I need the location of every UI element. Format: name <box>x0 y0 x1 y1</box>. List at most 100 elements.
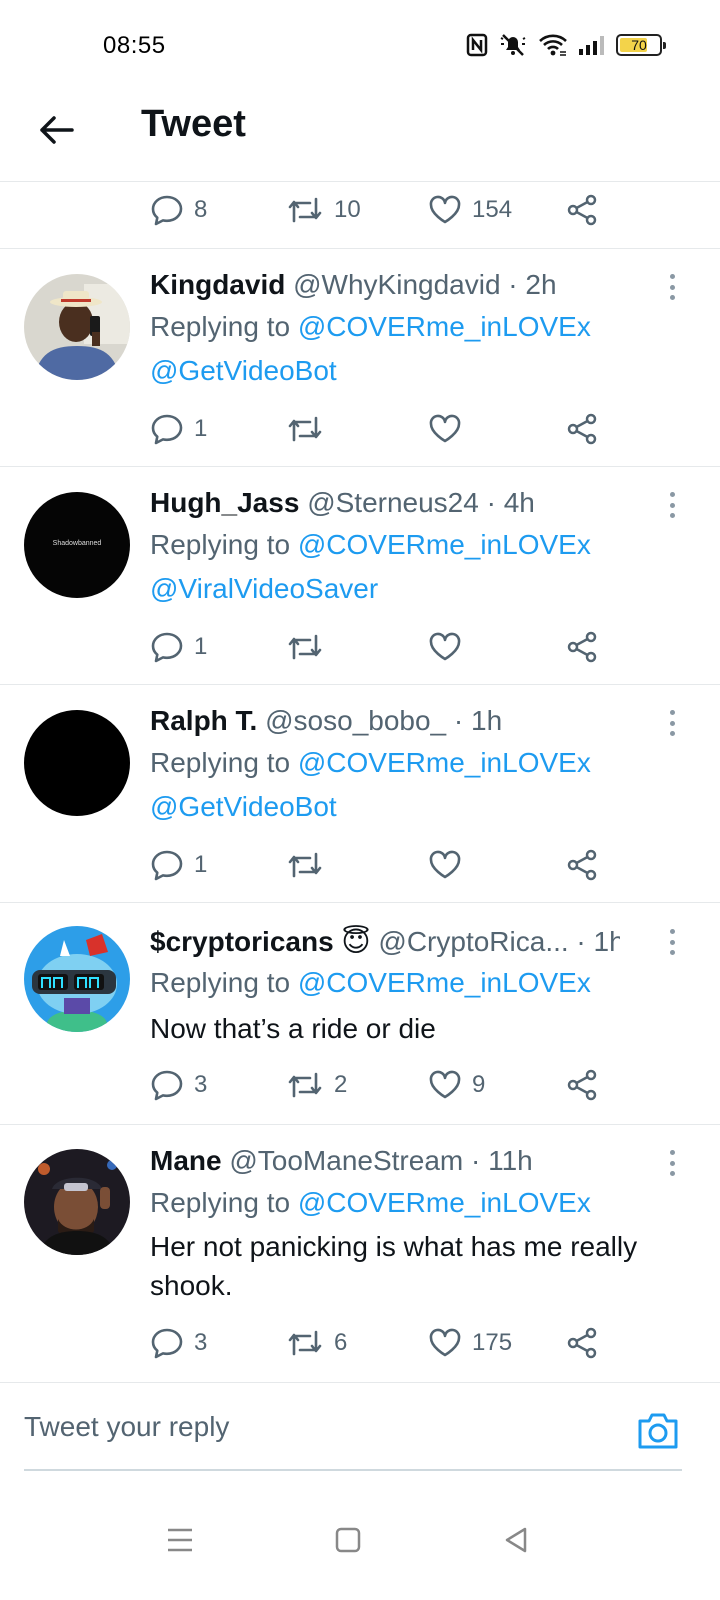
retweet-button[interactable] <box>286 409 334 449</box>
retweet-icon <box>288 416 322 442</box>
reply-button[interactable]: 8 <box>150 190 207 230</box>
back-button[interactable] <box>34 108 78 152</box>
retweet-button[interactable]: 6 <box>286 1323 347 1363</box>
mention-link[interactable]: @GetVideoBot <box>150 355 337 386</box>
tweet-actions: 1 <box>150 409 620 449</box>
user-handle[interactable]: @WhyKingdavid <box>293 269 500 300</box>
battery-level: 70 <box>631 37 647 53</box>
like-button[interactable]: 154 <box>428 190 512 230</box>
share-button[interactable] <box>566 845 598 885</box>
home-button[interactable] <box>318 1512 378 1568</box>
avatar[interactable] <box>24 1149 130 1255</box>
back-nav-button[interactable] <box>486 1512 546 1568</box>
mention-link[interactable]: @ViralVideoSaver <box>150 573 378 604</box>
tweet-item[interactable]: Ralph T. @soso_bobo_ · 1h Replying to @C… <box>0 684 720 902</box>
like-button[interactable] <box>428 627 472 667</box>
reply-button[interactable]: 1 <box>150 627 207 667</box>
like-button[interactable]: 9 <box>428 1065 485 1105</box>
share-icon <box>567 1069 597 1101</box>
reply-button[interactable]: 3 <box>150 1323 207 1363</box>
reply-button[interactable]: 1 <box>150 409 207 449</box>
tweet-time: 4h <box>503 487 535 518</box>
display-name[interactable]: Kingdavid <box>150 269 285 300</box>
display-name[interactable]: $cryptoricans <box>150 926 334 957</box>
tweet-actions: 3 2 9 <box>150 1065 620 1105</box>
tweet-item[interactable]: $cryptoricans 😇 @CryptoRica... · 1h Repl… <box>0 902 720 1124</box>
retweet-count: 6 <box>334 1329 348 1356</box>
replying-to: Replying to @COVERme_inLOVEx <box>150 1187 591 1218</box>
mention-link[interactable]: @COVERme_inLOVEx <box>298 311 591 342</box>
retweet-icon <box>288 1330 322 1356</box>
retweet-icon <box>288 197 322 223</box>
share-button[interactable] <box>566 409 598 449</box>
tweet-time: 1h <box>471 705 503 736</box>
replying-to: Replying to @COVERme_inLOVEx <box>150 747 591 778</box>
retweet-button[interactable]: 10 <box>286 190 361 230</box>
speech-bubble-icon <box>151 632 183 663</box>
avatar-image <box>24 926 130 1032</box>
share-button[interactable] <box>566 1065 598 1105</box>
avatar[interactable] <box>24 926 130 1032</box>
like-button[interactable] <box>428 845 472 885</box>
tweet-item[interactable]: Mane @TooManeStream · 11h Replying to @C… <box>0 1124 720 1382</box>
share-button[interactable] <box>566 627 598 667</box>
tweet-text: @GetVideoBot <box>150 787 680 826</box>
tweet-text: Her not panicking is what has me really … <box>150 1227 680 1305</box>
reply-button[interactable]: 3 <box>150 1065 207 1105</box>
reply-count: 1 <box>194 633 208 660</box>
avatar[interactable]: Shadowbanned <box>24 492 130 598</box>
mention-link[interactable]: @COVERme_inLOVEx <box>298 1187 591 1218</box>
mention-link[interactable]: @COVERme_inLOVEx <box>298 967 591 998</box>
display-name[interactable]: Mane <box>150 1145 222 1176</box>
wifi-icon <box>539 34 567 56</box>
user-handle[interactable]: @Sterneus24 <box>307 487 479 518</box>
avatar-text: Shadowbanned <box>52 540 102 547</box>
reply-input[interactable]: Tweet your reply <box>24 1403 584 1451</box>
tweet-text: Now that’s a ride or die <box>150 1013 436 1044</box>
reply-button[interactable]: 1 <box>150 845 207 885</box>
retweet-count: 10 <box>334 196 361 223</box>
tweet-header: Kingdavid @WhyKingdavid · 2h <box>150 269 557 300</box>
user-handle[interactable]: @TooManeStream <box>229 1145 463 1176</box>
like-count: 175 <box>472 1329 513 1356</box>
avatar[interactable] <box>24 274 130 380</box>
more-vertical-icon[interactable] <box>662 927 682 957</box>
main-tweet-actions: 8 10 154 <box>150 190 620 230</box>
mention-link[interactable]: @COVERme_inLOVEx <box>298 747 591 778</box>
user-handle[interactable]: @CryptoRica... <box>378 926 568 957</box>
retweet-icon <box>288 852 322 878</box>
share-button[interactable] <box>566 1323 598 1363</box>
speech-bubble-icon <box>151 1328 183 1359</box>
share-button[interactable] <box>566 190 598 230</box>
mention-link[interactable]: @GetVideoBot <box>150 791 337 822</box>
share-icon <box>567 194 597 226</box>
heart-icon <box>429 1328 461 1357</box>
tweet-item[interactable]: Shadowbanned Hugh_Jass @Sterneus24 · 4h … <box>0 466 720 684</box>
recents-button[interactable] <box>150 1512 210 1568</box>
tweet-header: $cryptoricans 😇 @CryptoRica... · 1h <box>150 925 620 958</box>
tweet-item[interactable]: Kingdavid @WhyKingdavid · 2h Replying to… <box>0 248 720 466</box>
display-name[interactable]: Ralph T. <box>150 705 257 736</box>
like-count: 154 <box>472 196 513 223</box>
mention-link[interactable]: @COVERme_inLOVEx <box>298 529 591 560</box>
more-vertical-icon[interactable] <box>662 1148 682 1178</box>
heart-icon <box>429 632 461 661</box>
like-button[interactable] <box>428 409 472 449</box>
retweet-button[interactable]: 2 <box>286 1065 347 1105</box>
tweet-actions: 3 6 175 <box>150 1323 620 1363</box>
retweet-button[interactable] <box>286 627 334 667</box>
replying-to: Replying to @COVERme_inLOVEx <box>150 529 591 560</box>
avatar[interactable] <box>24 710 130 816</box>
more-vertical-icon[interactable] <box>662 272 682 302</box>
like-button[interactable]: 175 <box>428 1323 512 1363</box>
display-name[interactable]: Hugh_Jass <box>150 487 299 518</box>
camera-icon <box>638 1413 678 1449</box>
more-vertical-icon[interactable] <box>662 490 682 520</box>
more-vertical-icon[interactable] <box>662 708 682 738</box>
camera-button[interactable] <box>636 1411 680 1455</box>
arrow-left-icon <box>40 116 74 144</box>
retweet-button[interactable] <box>286 845 334 885</box>
like-count: 9 <box>472 1071 486 1098</box>
retweet-count: 2 <box>334 1071 348 1098</box>
user-handle[interactable]: @soso_bobo_ <box>265 705 446 736</box>
